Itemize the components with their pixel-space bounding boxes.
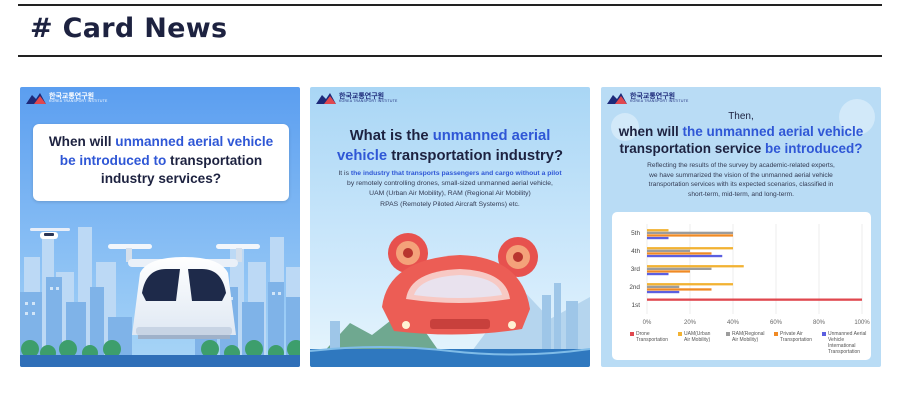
headline-line-1: when will the unmanned aerial vehicle	[618, 124, 864, 139]
card-3-headline: when will the unmanned aerial vehicle tr…	[607, 123, 875, 157]
kotri-logo: 한국교통연구원 KOREA TRANSPORT INSTITUTE	[607, 93, 688, 104]
legend-swatch	[726, 332, 730, 336]
card-news-3[interactable]: 한국교통연구원 KOREA TRANSPORT INSTITUTE Then, …	[601, 87, 881, 367]
question-box: When will unmanned aerial vehicle be int…	[33, 124, 289, 201]
survey-chart-panel: 0% 20% 40% 60% 80% 100% 5th 4th 3rd 2nd 1st Drone T…	[612, 212, 871, 360]
chart-bar	[647, 254, 723, 258]
kotri-logo-icon	[316, 93, 336, 104]
x-tick-label: 100%	[854, 320, 870, 326]
chart-bar	[647, 283, 733, 286]
chart-bar	[647, 247, 733, 250]
legend-item: UAM(Urban Air Mobility)	[678, 331, 710, 343]
chart-bar	[647, 270, 690, 273]
legend-label: UAM(Urban Air Mobility)	[684, 331, 711, 343]
section-title: # Card News	[30, 13, 228, 44]
headline-line-2: vehicle transportation industry?	[336, 148, 564, 164]
legend-label: Private Air Transportation	[780, 331, 813, 343]
card-news-2[interactable]: 한국교통연구원 KOREA TRANSPORT INSTITUTE What i…	[310, 87, 590, 367]
y-tick-label: 1st	[631, 302, 640, 309]
chart-bar	[647, 267, 712, 270]
y-tick-label: 2nd	[629, 284, 640, 291]
question-line-3: industry services?	[100, 171, 222, 186]
card-3-intro: Then,	[728, 111, 754, 122]
legend-item: Private Air Transportation	[774, 331, 812, 343]
chart-bar	[647, 298, 862, 301]
body-line-4: short-term, mid-term, and long-term.	[688, 190, 794, 198]
kotri-logo-icon	[607, 93, 627, 104]
chart-bar	[647, 252, 712, 255]
body-line-3: UAM (Urban Air Mobility), RAM (Regional …	[369, 190, 531, 198]
chart-bar	[647, 272, 669, 276]
legend-swatch	[678, 332, 682, 336]
y-tick-label: 5th	[631, 230, 640, 237]
legend-label: Drone Transportation	[636, 331, 669, 343]
kotri-logo-icon	[26, 93, 46, 104]
y-tick-label: 4th	[631, 248, 640, 255]
chart-bar	[647, 288, 712, 291]
kotri-logo: 한국교통연구원 KOREA TRANSPORT INSTITUTE	[26, 93, 107, 104]
x-tick-label: 20%	[684, 320, 697, 326]
card-2-body: It is the industry that transports passe…	[320, 169, 580, 210]
title-rule	[18, 55, 882, 57]
chart-bar	[647, 290, 680, 294]
legend-swatch	[630, 332, 634, 336]
logo-english-name: KOREA TRANSPORT INSTITUTE	[49, 99, 108, 104]
legend-label: RAM(Regional Air Mobility)	[732, 331, 765, 343]
logo-english-name: KOREA TRANSPORT INSTITUTE	[630, 99, 689, 104]
legend-swatch	[822, 332, 826, 336]
headline-line-1: What is the unmanned aerial	[349, 128, 551, 144]
body-line-3: transportation services with its expecte…	[648, 181, 834, 188]
chart-bar	[647, 236, 669, 240]
body-line-1: It is the industry that transports passe…	[338, 170, 562, 177]
card-news-1[interactable]: 한국교통연구원 KOREA TRANSPORT INSTITUTE When w…	[20, 87, 300, 367]
x-tick-label: 80%	[813, 320, 826, 326]
legend-swatch	[774, 332, 778, 336]
kotri-logo: 한국교통연구원 KOREA TRANSPORT INSTITUTE	[316, 93, 397, 104]
chart-bar	[647, 249, 690, 252]
question-line-2: be introduced to transportation	[59, 152, 263, 168]
card-2-headline: What is the unmanned aerial vehicle tran…	[318, 126, 582, 166]
chart-bar	[647, 265, 744, 268]
body-line-2: by remotely controlling drones, small-si…	[347, 180, 553, 188]
legend-item: Drone Transportation	[630, 331, 668, 343]
body-line-1: Reflecting the results of the survey by …	[647, 162, 835, 169]
chart-bar	[647, 229, 669, 232]
card-1-question: When will unmanned aerial vehicle be int…	[41, 133, 281, 189]
x-tick-label: 60%	[770, 320, 783, 326]
question-line-1: When will unmanned aerial vehicle	[48, 134, 274, 149]
chart-bar	[647, 231, 733, 234]
headline-line-2: transportation service be introduced?	[619, 141, 863, 156]
x-tick-label: 40%	[727, 320, 740, 326]
chart-bar	[647, 285, 680, 288]
legend-label: Unmanned Aerial Vehicle International Tran…	[828, 331, 867, 355]
body-line-4: RPAS (Remotely Piloted Aircraft Systems)…	[380, 200, 520, 208]
legend-item: RAM(Regional Air Mobility)	[726, 331, 765, 343]
chart-bar	[647, 234, 733, 237]
y-tick-label: 3rd	[631, 266, 641, 273]
card-3-body: Reflecting the results of the survey by …	[611, 161, 871, 199]
body-line-2: we have summarized the vision of the unm…	[649, 171, 833, 179]
logo-english-name: KOREA TRANSPORT INSTITUTE	[339, 99, 398, 104]
x-tick-label: 0%	[643, 320, 652, 326]
legend-item: Unmanned Aerial Vehicle International Tran…	[822, 331, 871, 355]
top-rule	[18, 4, 882, 6]
